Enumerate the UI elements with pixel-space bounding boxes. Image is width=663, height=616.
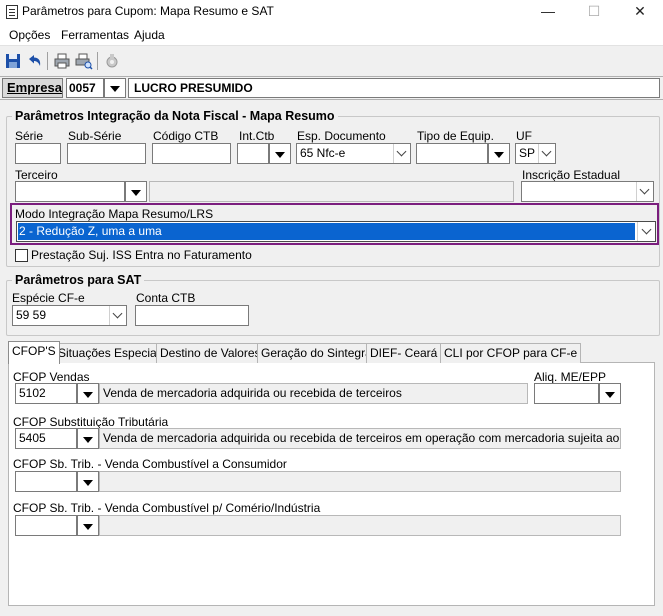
tab-cli-cfop-cfe[interactable]: CLI por CFOP para CF-e xyxy=(440,343,582,363)
triangle-down-icon xyxy=(275,151,285,158)
especie-cfe-dropdown-button[interactable] xyxy=(109,306,126,325)
chevron-down-icon xyxy=(112,308,123,318)
window-title: Parâmetros para Cupom: Mapa Resumo e SAT xyxy=(22,4,274,18)
empresa-name-field: LUCRO PRESUMIDO xyxy=(128,78,660,98)
inscricao-dropdown-button[interactable] xyxy=(636,182,653,201)
cfop-comb-consumidor-dropdown-button[interactable] xyxy=(77,471,99,492)
cfop-comb-comercio-field[interactable] xyxy=(15,515,77,536)
cfop-comb-consumidor-description xyxy=(99,471,621,492)
uf-combo[interactable]: SP xyxy=(515,143,556,164)
aliq-me-epp-field[interactable] xyxy=(534,383,599,404)
conta-ctb-field[interactable] xyxy=(135,305,249,326)
int-ctb-field[interactable] xyxy=(237,143,269,164)
triangle-down-icon xyxy=(131,189,141,196)
int-ctb-dropdown-button[interactable] xyxy=(269,143,291,164)
chevron-down-icon xyxy=(639,184,650,194)
serie-label: Série xyxy=(15,129,44,143)
cfop-subst-label: CFOP Substituição Tributária xyxy=(13,415,169,429)
tab-geracao-sintegra[interactable]: Geração do Sintegra xyxy=(257,343,376,363)
triangle-down-icon xyxy=(83,391,93,398)
cfop-subst-field[interactable]: 5405 xyxy=(15,428,77,449)
serie-field[interactable] xyxy=(15,143,61,164)
uf-value: SP xyxy=(519,146,536,160)
print-icon[interactable] xyxy=(53,52,71,70)
int-ctb-label: Int.Ctb xyxy=(239,129,275,143)
empresa-dropdown-button[interactable] xyxy=(104,78,126,98)
modo-integracao-label: Modo Integração Mapa Resumo/LRS xyxy=(15,207,214,221)
triangle-down-icon xyxy=(110,86,120,92)
codigo-ctb-label: Código CTB xyxy=(153,129,219,143)
cfop-subst-dropdown-button[interactable] xyxy=(77,428,99,449)
prestacao-checkbox[interactable] xyxy=(15,249,28,262)
terceiro-description xyxy=(149,181,514,202)
minimize-button[interactable]: — xyxy=(525,0,571,24)
cfop-comb-comercio-dropdown-button[interactable] xyxy=(77,515,99,536)
cfop-vendas-description: Venda de mercadoria adquirida ou recebid… xyxy=(99,383,528,404)
chevron-down-icon xyxy=(396,146,407,156)
modo-integracao-dropdown-button[interactable] xyxy=(637,222,655,241)
terceiro-dropdown-button[interactable] xyxy=(125,181,147,202)
app-icon xyxy=(6,5,18,19)
terceiro-label: Terceiro xyxy=(15,168,58,182)
undo-icon[interactable] xyxy=(25,52,43,70)
esp-documento-label: Esp. Documento xyxy=(297,129,386,143)
aliq-me-epp-label: Aliq. ME/EPP xyxy=(534,370,607,384)
toolbar-separator xyxy=(47,52,48,70)
cfop-comb-consumidor-field[interactable] xyxy=(15,471,77,492)
print-preview-icon[interactable] xyxy=(75,52,93,70)
cfop-comb-consumidor-label: CFOP Sb. Trib. - Venda Combustível a Con… xyxy=(13,457,287,471)
menu-opcoes[interactable]: Opções xyxy=(9,28,50,42)
especie-cfe-label: Espécie CF-e xyxy=(12,291,85,305)
toolbar xyxy=(0,47,663,75)
triangle-down-icon xyxy=(605,391,615,398)
tipo-equip-field[interactable] xyxy=(416,143,488,164)
toolbar-separator xyxy=(97,52,98,70)
especie-cfe-combo[interactable]: 59 59 xyxy=(12,305,127,326)
esp-documento-combo[interactable]: 65 Nfc-e xyxy=(296,143,411,164)
triangle-down-icon xyxy=(83,436,93,443)
conta-ctb-label: Conta CTB xyxy=(136,291,196,305)
triangle-down-icon xyxy=(83,479,93,486)
cfop-subst-description: Venda de mercadoria adquirida ou recebid… xyxy=(99,428,621,449)
tab-dief-ceara[interactable]: DIEF- Ceará xyxy=(366,343,442,363)
modo-integracao-value[interactable]: 2 - Redução Z, uma a uma xyxy=(18,223,635,240)
empresa-code-field[interactable]: 0057 xyxy=(66,78,104,98)
chevron-down-icon xyxy=(641,224,651,234)
uf-dropdown-button[interactable] xyxy=(538,144,555,163)
prestacao-label: Prestação Suj. ISS Entra no Faturamento xyxy=(31,248,252,262)
terceiro-field[interactable] xyxy=(15,181,125,202)
inscricao-estadual-combo[interactable] xyxy=(521,181,654,202)
tab-destino-valores[interactable]: Destino de Valores xyxy=(156,343,265,363)
uf-label: UF xyxy=(516,129,532,143)
cfop-vendas-label: CFOP Vendas xyxy=(13,370,90,384)
aliq-me-epp-dropdown-button[interactable] xyxy=(599,383,621,404)
cfop-vendas-field[interactable]: 5102 xyxy=(15,383,77,404)
subserie-field[interactable] xyxy=(67,143,146,164)
empresa-label: Empresa xyxy=(2,78,63,98)
codigo-ctb-field[interactable] xyxy=(152,143,231,164)
menu-ferramentas[interactable]: Ferramentas xyxy=(61,28,129,42)
sat-title: Parâmetros para SAT xyxy=(12,273,145,287)
maximize-button[interactable]: ☐ xyxy=(571,0,617,24)
tipo-equip-label: Tipo de Equip. xyxy=(417,129,494,143)
esp-documento-value: 65 Nfc-e xyxy=(300,146,346,160)
close-button[interactable]: ✕ xyxy=(617,0,663,24)
subserie-label: Sub-Série xyxy=(68,129,122,143)
mapa-resumo-title: Parâmetros Integração da Nota Fiscal - M… xyxy=(12,109,338,123)
tipo-equip-dropdown-button[interactable] xyxy=(488,143,510,164)
inscricao-estadual-label: Inscrição Estadual xyxy=(522,168,621,182)
triangle-down-icon xyxy=(494,151,504,158)
especie-cfe-value: 59 59 xyxy=(16,308,47,322)
cfop-vendas-dropdown-button[interactable] xyxy=(77,383,99,404)
settings-gear-icon[interactable] xyxy=(103,52,121,70)
tab-situacoes-especiais[interactable]: Situações Especiais xyxy=(54,343,170,363)
save-icon[interactable] xyxy=(4,52,22,70)
triangle-down-icon xyxy=(83,523,93,530)
chevron-down-icon xyxy=(541,146,552,156)
menu-ajuda[interactable]: Ajuda xyxy=(134,28,165,42)
cfop-comb-comercio-label: CFOP Sb. Trib. - Venda Combustível p/ Co… xyxy=(13,501,321,515)
tab-cfops[interactable]: CFOP'S xyxy=(8,341,60,364)
cfop-comb-comercio-description xyxy=(99,515,621,536)
esp-documento-dropdown-button[interactable] xyxy=(393,144,410,163)
